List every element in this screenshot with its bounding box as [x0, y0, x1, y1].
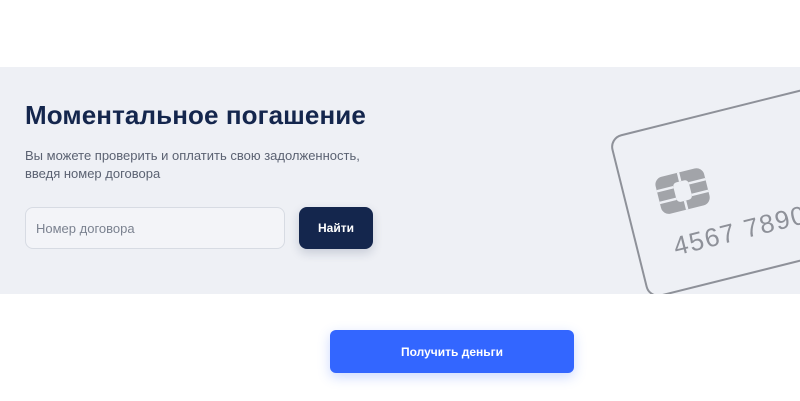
banner-title: Моментальное погашение	[25, 100, 366, 130]
page: Моментальное погашение Вы можете провери…	[0, 0, 800, 401]
banner-description: Вы можете проверить и оплатить свою задо…	[25, 148, 360, 181]
credit-card-illustration: 4567 7890	[611, 76, 800, 294]
instant-repayment-banner: Моментальное погашение Вы можете провери…	[0, 67, 800, 294]
get-money-button[interactable]: Получить деньги	[330, 330, 574, 373]
contract-number-input[interactable]	[25, 207, 285, 249]
find-button[interactable]: Найти	[299, 207, 373, 249]
